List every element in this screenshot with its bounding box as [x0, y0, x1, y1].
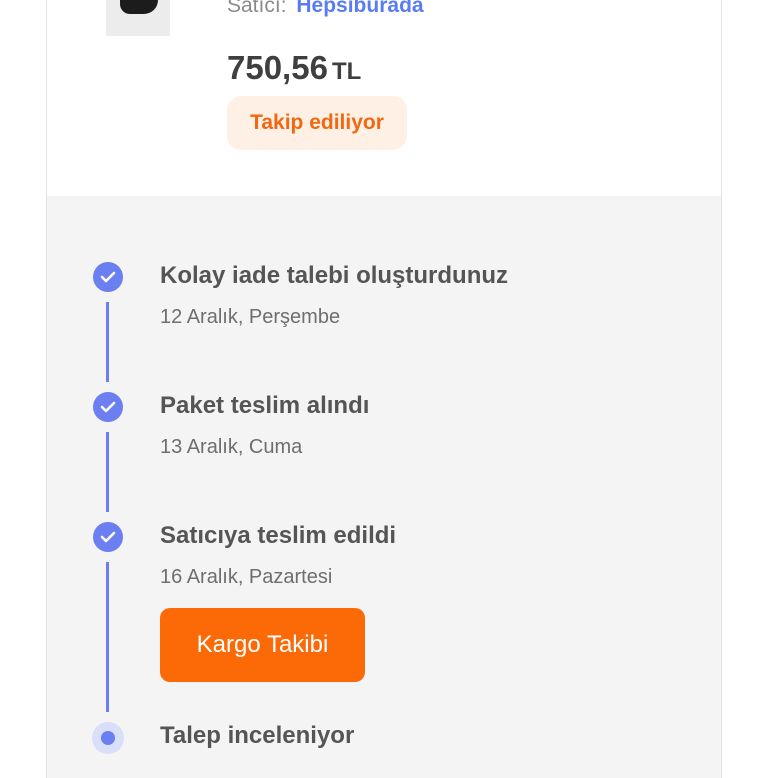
timeline-connector	[106, 432, 109, 512]
order-card: Satıcı: Hepsiburada 750,56 TL Takip edili…	[46, 0, 722, 778]
product-section: Satıcı: Hepsiburada 750,56 TL Takip edili…	[47, 0, 721, 196]
price-currency: TL	[331, 58, 362, 85]
step-title: Satıcıya teslim edildi	[160, 522, 397, 549]
follow-badge[interactable]: Takip ediliyor	[227, 96, 407, 150]
shoe-icon	[120, 0, 158, 14]
seller-label: Satıcı:	[227, 0, 287, 17]
seller-name-link[interactable]: Hepsiburada	[296, 0, 423, 17]
return-timeline: Kolay iade talebi oluşturdunuz 12 Aralık…	[47, 196, 721, 778]
check-icon	[93, 262, 123, 292]
check-icon	[93, 392, 123, 422]
seller-info: Satıcı: Hepsiburada	[227, 0, 424, 18]
cargo-tracking-button[interactable]: Kargo Takibi	[160, 608, 365, 682]
timeline-connector	[106, 562, 109, 712]
pending-status-icon	[92, 722, 124, 754]
check-icon	[93, 522, 123, 552]
product-image[interactable]	[106, 0, 170, 36]
price-value: 750,56	[227, 49, 328, 86]
step-title: Talep inceleniyor	[160, 722, 355, 749]
step-date: 12 Aralık, Perşembe	[160, 306, 341, 328]
pending-dot	[101, 731, 115, 745]
step-date: 16 Aralık, Pazartesi	[160, 566, 333, 588]
timeline-connector	[106, 302, 109, 382]
step-title: Paket teslim alındı	[160, 392, 370, 419]
step-title: Kolay iade talebi oluşturdunuz	[160, 262, 509, 289]
product-price: 750,56 TL	[227, 49, 361, 87]
step-date: 13 Aralık, Cuma	[160, 436, 303, 458]
